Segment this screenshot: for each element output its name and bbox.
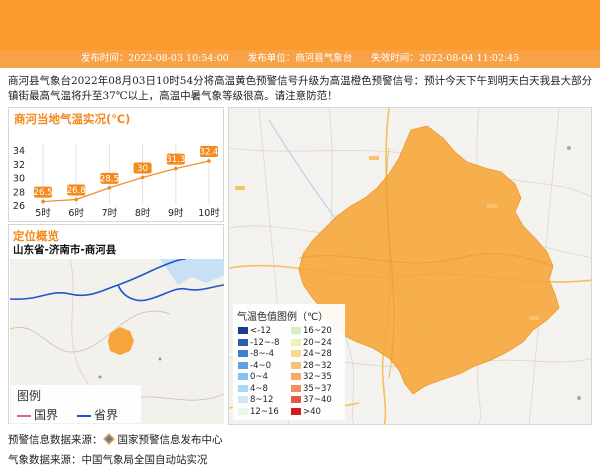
color-legend-item: 32~35 — [291, 372, 332, 382]
color-legend-label: 20~24 — [303, 337, 332, 348]
color-legend-item: 20~24 — [291, 338, 332, 348]
x-tick-label: 6时 — [68, 207, 84, 219]
legend-country: 国界 — [17, 406, 58, 423]
warning-source-name[interactable]: 国家预警信息发布中心 — [118, 434, 223, 446]
legend-title: 图例 — [17, 389, 42, 403]
color-legend-swatch — [291, 327, 301, 334]
temperature-point[interactable] — [74, 197, 78, 202]
color-legend-item: 28~32 — [291, 361, 332, 371]
y-tick-label: 30 — [13, 174, 25, 185]
y-tick-label: 28 — [13, 187, 25, 198]
color-legend-item: <-12 — [238, 326, 271, 336]
color-legend-swatch — [238, 338, 248, 346]
x-tick-label: 9时 — [168, 207, 184, 219]
color-legend-swatch — [238, 407, 248, 415]
color-legend-label: 16~20 — [303, 326, 332, 336]
color-legend-item: 35~37 — [291, 384, 332, 394]
temperature-panel-title: 商河当地气温实况(℃) — [14, 112, 131, 126]
temperature-point[interactable] — [174, 166, 178, 171]
temperature-point[interactable] — [107, 186, 112, 190]
y-tick-label: 32 — [13, 160, 25, 171]
color-legend-label: 0~4 — [250, 372, 268, 382]
legend-province: 省界 — [77, 406, 118, 423]
legend-country-label: 国界 — [34, 408, 59, 422]
color-legend-item: -12~-8 — [238, 338, 279, 348]
color-legend-item: -4~0 — [238, 361, 271, 371]
temperature-point[interactable] — [140, 175, 145, 180]
color-legend-item: >40 — [291, 407, 321, 417]
color-legend-swatch — [238, 396, 248, 403]
color-legend-label: 8~12 — [250, 395, 274, 405]
color-legend-label: 37~40 — [303, 395, 332, 405]
color-legend-swatch — [238, 373, 248, 380]
color-legend-title: 气温色值图例（℃） — [237, 312, 329, 323]
temperature-panel: 34 32 30 28 26 5时 6时 7时 8时 9时 10时 26.5 26.8 28.5 30 31.… — [8, 107, 224, 222]
color-legend-swatch — [291, 407, 301, 415]
color-legend-label: 12~16 — [250, 406, 279, 417]
x-tick-label: 8时 — [135, 207, 151, 219]
color-legend-swatch — [238, 361, 248, 369]
color-legend-label: -8~-4 — [250, 349, 275, 359]
temperature-color-legend: 气温色值图例（℃） <-12 -12~-8 -8~-4 -4~0 0~4 4~8 8~12 1… — [233, 304, 345, 420]
color-legend-item: 24~28 — [291, 349, 332, 359]
temperature-point[interactable] — [207, 159, 211, 163]
color-legend-label: -4~0 — [250, 360, 272, 371]
color-legend-label: -12~-8 — [250, 337, 280, 348]
temperature-point[interactable] — [41, 199, 45, 204]
color-legend-label: 24~28 — [303, 349, 332, 359]
color-legend-item: 16~20 — [291, 326, 332, 336]
color-legend-item: 0~4 — [238, 372, 268, 382]
weather-source-label: 气象数据来源： — [8, 454, 82, 466]
color-legend-label: 35~37 — [303, 383, 332, 394]
color-legend-swatch — [238, 350, 248, 357]
color-legend-swatch — [291, 338, 301, 346]
color-legend-item: 37~40 — [291, 395, 332, 405]
x-tick-label: 5时 — [35, 207, 51, 219]
color-legend-swatch — [291, 396, 301, 403]
location-name: 山东省-济南市-商河县 — [13, 244, 117, 256]
province-border-swatch — [77, 414, 91, 417]
location-panel: 定位概览 山东省-济南市-商河县 图例 国界 省界 — [8, 224, 224, 424]
country-border-swatch — [17, 414, 31, 417]
color-legend-swatch — [238, 384, 248, 392]
y-tick-label: 26 — [13, 201, 25, 212]
temperature-data-label: 32.4 — [200, 148, 219, 158]
color-legend-label: 28~32 — [303, 360, 332, 371]
overview-legend: 图例 国界 省界 — [11, 385, 141, 423]
color-legend-label: 4~8 — [250, 383, 268, 394]
temperature-data-label: 26.5 — [34, 188, 53, 198]
temperature-data-label: 30 — [137, 164, 148, 174]
weather-source-line: 气象数据来源：中国气象局全国自动站实况 — [8, 452, 208, 467]
color-legend-swatch — [291, 350, 301, 357]
color-legend-item: -8~-4 — [238, 349, 274, 359]
warning-center-logo-icon — [102, 433, 115, 445]
color-legend-label: 32~35 — [303, 372, 332, 382]
color-legend-label: >40 — [303, 406, 321, 417]
publish-time: 发布时间：2022-08-03 10:54:00 — [80, 53, 229, 64]
temperature-map-panel[interactable]: 气温色值图例（℃） <-12 -12~-8 -8~-4 -4~0 0~4 4~8 8~12 1… — [228, 107, 592, 425]
warning-source-label: 预警信息数据来源： — [8, 434, 103, 446]
warning-meta-bar: 发布时间：2022-08-03 10:54:00 发布单位：商河县气象台 失效时… — [0, 50, 600, 68]
color-legend-swatch — [238, 327, 248, 334]
weather-source-name: 中国气象局全国自动站实况 — [81, 454, 208, 466]
color-legend-item: 4~8 — [238, 384, 268, 394]
color-legend-swatch — [291, 361, 301, 369]
warning-source-line: 预警信息数据来源： 国家预警信息发布中心 — [8, 432, 223, 447]
x-tick-label: 10时 — [198, 207, 220, 219]
legend-province-label: 省界 — [94, 408, 119, 422]
x-tick-label: 7时 — [102, 207, 118, 219]
color-legend-item: 8~12 — [238, 395, 273, 405]
color-legend-label: <-12 — [250, 326, 272, 336]
color-legend-swatch — [291, 373, 301, 380]
publisher: 发布单位：商河县气象台 — [247, 53, 353, 64]
temperature-data-label: 28.5 — [100, 174, 119, 184]
y-tick-label: 34 — [13, 146, 25, 157]
color-legend-item: 12~16 — [238, 407, 279, 417]
warning-description: 商河县气象台2022年08月03日10时54分将高温黄色预警信号升级为高温橙色预… — [8, 75, 593, 102]
temperature-data-label: 26.8 — [67, 186, 86, 196]
color-legend-swatch — [291, 384, 301, 392]
temperature-data-label: 31.3 — [166, 155, 185, 165]
expire-time: 失效时间：2022-08-04 11:02:45 — [371, 53, 520, 64]
